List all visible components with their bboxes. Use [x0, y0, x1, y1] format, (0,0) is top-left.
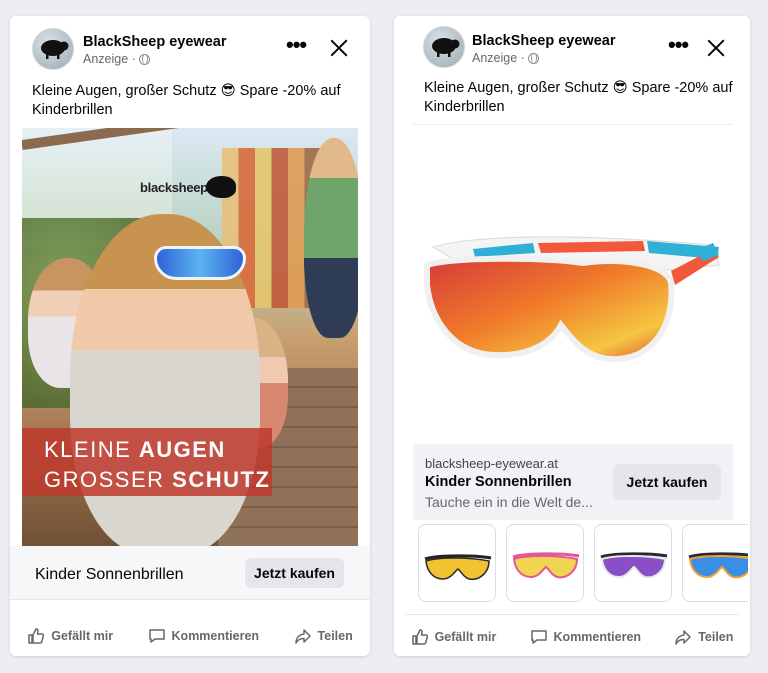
comment-button[interactable]: Kommentieren: [148, 627, 259, 645]
sunglasses-product-graphic: [424, 236, 720, 363]
headline-line-2: GROSSER SCHUTZ: [44, 467, 271, 492]
share-icon: [294, 629, 311, 644]
sunglasses-graphic: [154, 246, 246, 280]
post-text: Kleine Augen, großer Schutz 😎 Spare -20%…: [424, 80, 733, 115]
thumbs-up-icon: [411, 629, 428, 645]
sponsored-text: Anzeige ·: [83, 52, 136, 66]
carousel-item[interactable]: [594, 524, 672, 602]
globe-icon: [138, 53, 150, 65]
sponsored-label: Anzeige ·: [472, 51, 539, 65]
more-options-icon[interactable]: •••: [668, 34, 689, 56]
sunglasses-purple-icon: [600, 552, 668, 579]
action-bar: Gefällt mir Kommentieren Teilen: [394, 617, 750, 656]
sponsored-label: Anzeige ·: [83, 52, 150, 66]
link-description: Tauche ein in die Welt de...: [425, 494, 593, 510]
sunglasses-yellow-icon: [424, 554, 492, 581]
post-header: BlackSheep eyewear Anzeige · •••: [10, 16, 370, 80]
comment-button[interactable]: Kommentieren: [530, 628, 641, 646]
link-title: Kinder Sonnenbrillen: [425, 474, 572, 490]
advertiser-name[interactable]: BlackSheep eyewear: [83, 34, 226, 50]
advertiser-avatar[interactable]: [423, 26, 465, 68]
action-bar: Gefällt mir Kommentieren Teilen: [10, 616, 370, 656]
cta-row[interactable]: Kinder Sonnenbrillen Jetzt kaufen: [10, 546, 370, 600]
carousel: [418, 524, 748, 604]
shop-now-button[interactable]: Jetzt kaufen: [613, 464, 721, 500]
advertiser-avatar[interactable]: [32, 28, 74, 70]
ad-card-left: BlackSheep eyewear Anzeige · ••• Kleine …: [10, 16, 370, 656]
ad-image[interactable]: blacksheep KLEINE AUGEN GROSSER SCHUTZ: [22, 128, 358, 546]
carousel-item[interactable]: [682, 524, 748, 602]
cta-title: Kinder Sonnenbrillen: [35, 566, 184, 583]
shop-now-button[interactable]: Jetzt kaufen: [245, 558, 344, 588]
sheep-logo-icon: [206, 176, 236, 198]
comment-icon: [530, 630, 547, 644]
carousel-item[interactable]: [418, 524, 496, 602]
product-image[interactable]: [413, 124, 733, 444]
sunglasses-pink-icon: [512, 552, 580, 579]
child-figure: [304, 138, 358, 338]
sponsored-text: Anzeige ·: [472, 51, 525, 65]
advertiser-name[interactable]: BlackSheep eyewear: [472, 33, 615, 49]
sheep-logo-icon: [432, 38, 460, 57]
share-button[interactable]: Teilen: [674, 628, 733, 646]
thumbs-up-icon: [28, 628, 45, 644]
like-button[interactable]: Gefällt mir: [27, 627, 113, 645]
post-header: BlackSheep eyewear Anzeige · •••: [394, 16, 750, 80]
sheep-logo-icon: [41, 40, 69, 59]
globe-icon: [527, 52, 539, 64]
share-icon: [675, 630, 691, 645]
image-brand-logo: blacksheep: [140, 180, 208, 195]
divider: [406, 614, 738, 615]
close-icon[interactable]: [329, 38, 349, 58]
like-button[interactable]: Gefällt mir: [411, 628, 496, 646]
carousel-item[interactable]: [506, 524, 584, 602]
comment-icon: [148, 629, 165, 643]
link-preview[interactable]: blacksheep-eyewear.at Kinder Sonnenbrill…: [413, 444, 733, 520]
headline-line-1: KLEINE AUGEN: [44, 437, 226, 462]
sunglasses-blue-icon: [688, 552, 748, 579]
ad-card-right: BlackSheep eyewear Anzeige · ••• Kleine …: [394, 16, 750, 656]
post-text: Kleine Augen, großer Schutz 😎 Spare -20%…: [32, 83, 341, 118]
share-button[interactable]: Teilen: [294, 627, 353, 645]
close-icon[interactable]: [706, 38, 726, 58]
link-domain: blacksheep-eyewear.at: [425, 456, 558, 471]
more-options-icon[interactable]: •••: [286, 34, 307, 56]
